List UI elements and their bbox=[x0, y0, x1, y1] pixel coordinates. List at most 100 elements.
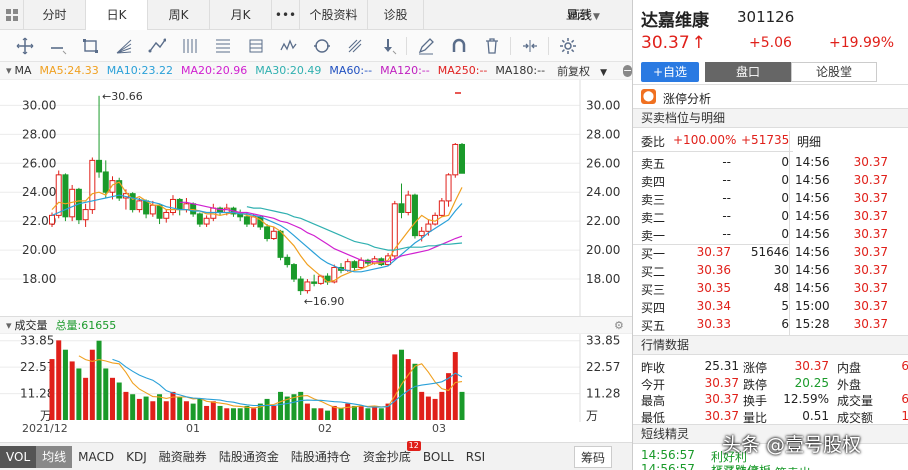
limit-analysis-row[interactable]: ⬤ 涨停分析 bbox=[633, 84, 908, 108]
crosshair-icon[interactable] bbox=[8, 34, 41, 58]
zoom-out-icon[interactable]: − bbox=[622, 64, 633, 77]
channel-tool-icon[interactable] bbox=[239, 34, 272, 58]
settings-gear-icon[interactable] bbox=[551, 34, 584, 58]
fib-tool-icon[interactable] bbox=[206, 34, 239, 58]
candle-body bbox=[163, 211, 170, 219]
grid-icon[interactable] bbox=[0, 0, 24, 30]
vol-unit-right: 万 bbox=[586, 409, 598, 422]
chevron-down-icon: ▼ bbox=[593, 12, 600, 22]
ma-legend-bar: ▾ MA MA5:24.33 MA10:23.22 MA20:20.96 MA3… bbox=[0, 62, 661, 80]
buy-row: 买四 30.34 5 15:00 30.37 bbox=[633, 297, 908, 315]
wave-tool-icon[interactable] bbox=[272, 34, 305, 58]
indicator-tab[interactable]: 陆股通资金 bbox=[213, 446, 285, 468]
volume-chart[interactable]: 33.85 33.8522.57 22.5711.28 11.28万万 bbox=[0, 334, 632, 422]
indicator-tab[interactable]: 资金抄底 12 bbox=[357, 440, 421, 468]
trend-tool-icon[interactable] bbox=[140, 34, 173, 58]
indicator-tab[interactable]: 均线 bbox=[36, 445, 73, 468]
weibi-value: +51735 bbox=[741, 133, 790, 147]
adjust-dropdown[interactable]: 前复权 ▼ bbox=[557, 63, 615, 79]
trash-icon[interactable] bbox=[475, 34, 508, 58]
price-tick-right: 20.00 bbox=[586, 243, 620, 257]
volume-bar bbox=[271, 405, 277, 420]
date-tick: 2021/12 bbox=[22, 422, 68, 435]
price-tick-left: 18.00 bbox=[22, 272, 56, 286]
indicator-tab[interactable]: BOLL bbox=[417, 446, 460, 468]
quote-row: 最低 30.37 量比 0.51 成交额 1 bbox=[633, 407, 908, 425]
candle-body bbox=[270, 230, 277, 240]
tab-pankou[interactable]: 盘口 bbox=[705, 62, 791, 82]
candle-body bbox=[149, 204, 156, 215]
stock-code: 301126 bbox=[737, 8, 795, 26]
indicator-tab[interactable]: KDJ bbox=[120, 446, 153, 468]
order-price: 30.36 bbox=[696, 263, 731, 277]
candle-body bbox=[344, 261, 351, 271]
volume-bar bbox=[318, 408, 324, 420]
candle-body bbox=[183, 203, 190, 211]
candle-body bbox=[452, 143, 459, 176]
volume-title: 成交量 bbox=[14, 319, 48, 332]
gann-tool-icon[interactable] bbox=[338, 34, 371, 58]
tab-diagnose[interactable]: 诊股 bbox=[368, 0, 424, 30]
quote-row: 今开 30.37 跌停 20.25 外盘 bbox=[633, 374, 908, 392]
indicator-tab[interactable]: 陆股通持仓 bbox=[285, 446, 357, 468]
pen-icon[interactable] bbox=[409, 34, 442, 58]
quote-value: 1 bbox=[901, 408, 908, 423]
add-favorite-button[interactable]: +自选 bbox=[641, 62, 699, 82]
candle-body bbox=[55, 174, 62, 216]
indicator-tab[interactable]: RSI bbox=[460, 446, 492, 468]
magnet-icon[interactable] bbox=[442, 34, 475, 58]
more-periods-button[interactable]: ••• bbox=[272, 0, 300, 30]
price-tick-right: 30.00 bbox=[586, 98, 620, 112]
vol-tick-left: 22.57 bbox=[20, 360, 54, 374]
chevron-down-icon[interactable]: ▾ bbox=[6, 64, 12, 77]
order-level-label: 买三 bbox=[641, 283, 666, 297]
sell-row: 卖三 -- 0 14:56 30.37 bbox=[633, 189, 908, 207]
indicator-tab[interactable]: MACD bbox=[72, 446, 120, 468]
chevron-down-icon: ▼ bbox=[600, 67, 607, 78]
chevron-down-icon[interactable]: ▾ bbox=[6, 319, 12, 332]
candle-body bbox=[277, 230, 284, 258]
detail-time: 14:56 bbox=[795, 245, 830, 259]
order-volume: 0 bbox=[781, 227, 789, 241]
candle-body bbox=[425, 223, 432, 232]
tab-lungutang[interactable]: 论股堂 bbox=[791, 62, 877, 82]
draw-line-button[interactable]: 画线 bbox=[568, 0, 592, 30]
vol-tick-left: 33.85 bbox=[20, 334, 54, 348]
quote-value: 25.31 bbox=[704, 359, 739, 373]
cycle-tool-icon[interactable] bbox=[305, 34, 338, 58]
tab-daily-k[interactable]: 日K bbox=[86, 0, 148, 30]
tab-weekly-k[interactable]: 周K bbox=[148, 0, 210, 30]
quote-panel: 达嘉维康 301126 30.37 ↑ +5.06 +19.99% +自选 盘口 … bbox=[632, 0, 908, 470]
buy-row: 买一 30.37 51646 14:56 30.37 bbox=[633, 243, 908, 261]
line-tool-icon[interactable] bbox=[41, 34, 74, 58]
tab-fenshi[interactable]: 分时 bbox=[24, 0, 86, 30]
candle-body bbox=[89, 159, 96, 211]
volume-bar bbox=[378, 408, 384, 420]
order-level-label: 卖一 bbox=[641, 229, 666, 243]
tab-stock-profile[interactable]: 个股资料 bbox=[300, 0, 368, 30]
compress-icon[interactable] bbox=[513, 34, 546, 58]
quote-section-header: 行情数据 bbox=[633, 335, 908, 355]
tab-monthly-k[interactable]: 月K bbox=[210, 0, 272, 30]
volume-bar bbox=[224, 408, 230, 420]
weibi-label: 委比 bbox=[641, 135, 666, 149]
gear-icon[interactable]: ⚙ bbox=[614, 319, 624, 332]
quote-row: 昨收 25.31 涨停 30.37 内盘 6 bbox=[633, 357, 908, 375]
volume-bar bbox=[150, 401, 156, 420]
order-volume: 48 bbox=[773, 281, 789, 295]
order-price: 30.37 bbox=[696, 245, 731, 259]
parallel-tool-icon[interactable] bbox=[173, 34, 206, 58]
candlestick-chart[interactable]: 30.00 30.00 28.00 28.00 26.00 26.00 24.00 24.00… bbox=[0, 80, 632, 316]
detail-time: 15:28 bbox=[795, 317, 830, 331]
fan-tool-icon[interactable] bbox=[107, 34, 140, 58]
rect-tool-icon[interactable] bbox=[74, 34, 107, 58]
order-volume: 0 bbox=[781, 191, 789, 205]
indicator-tab[interactable]: 融资融券 bbox=[153, 446, 213, 468]
quote-value: 20.25 bbox=[794, 375, 829, 390]
volume-bar bbox=[163, 401, 169, 420]
indicator-tab[interactable]: VOL bbox=[0, 445, 37, 468]
candle-body bbox=[49, 214, 55, 225]
indicator-tab[interactable]: 筹码 bbox=[573, 445, 612, 468]
volume-bar bbox=[197, 398, 203, 420]
arrow-down-tool-icon[interactable] bbox=[371, 34, 404, 58]
